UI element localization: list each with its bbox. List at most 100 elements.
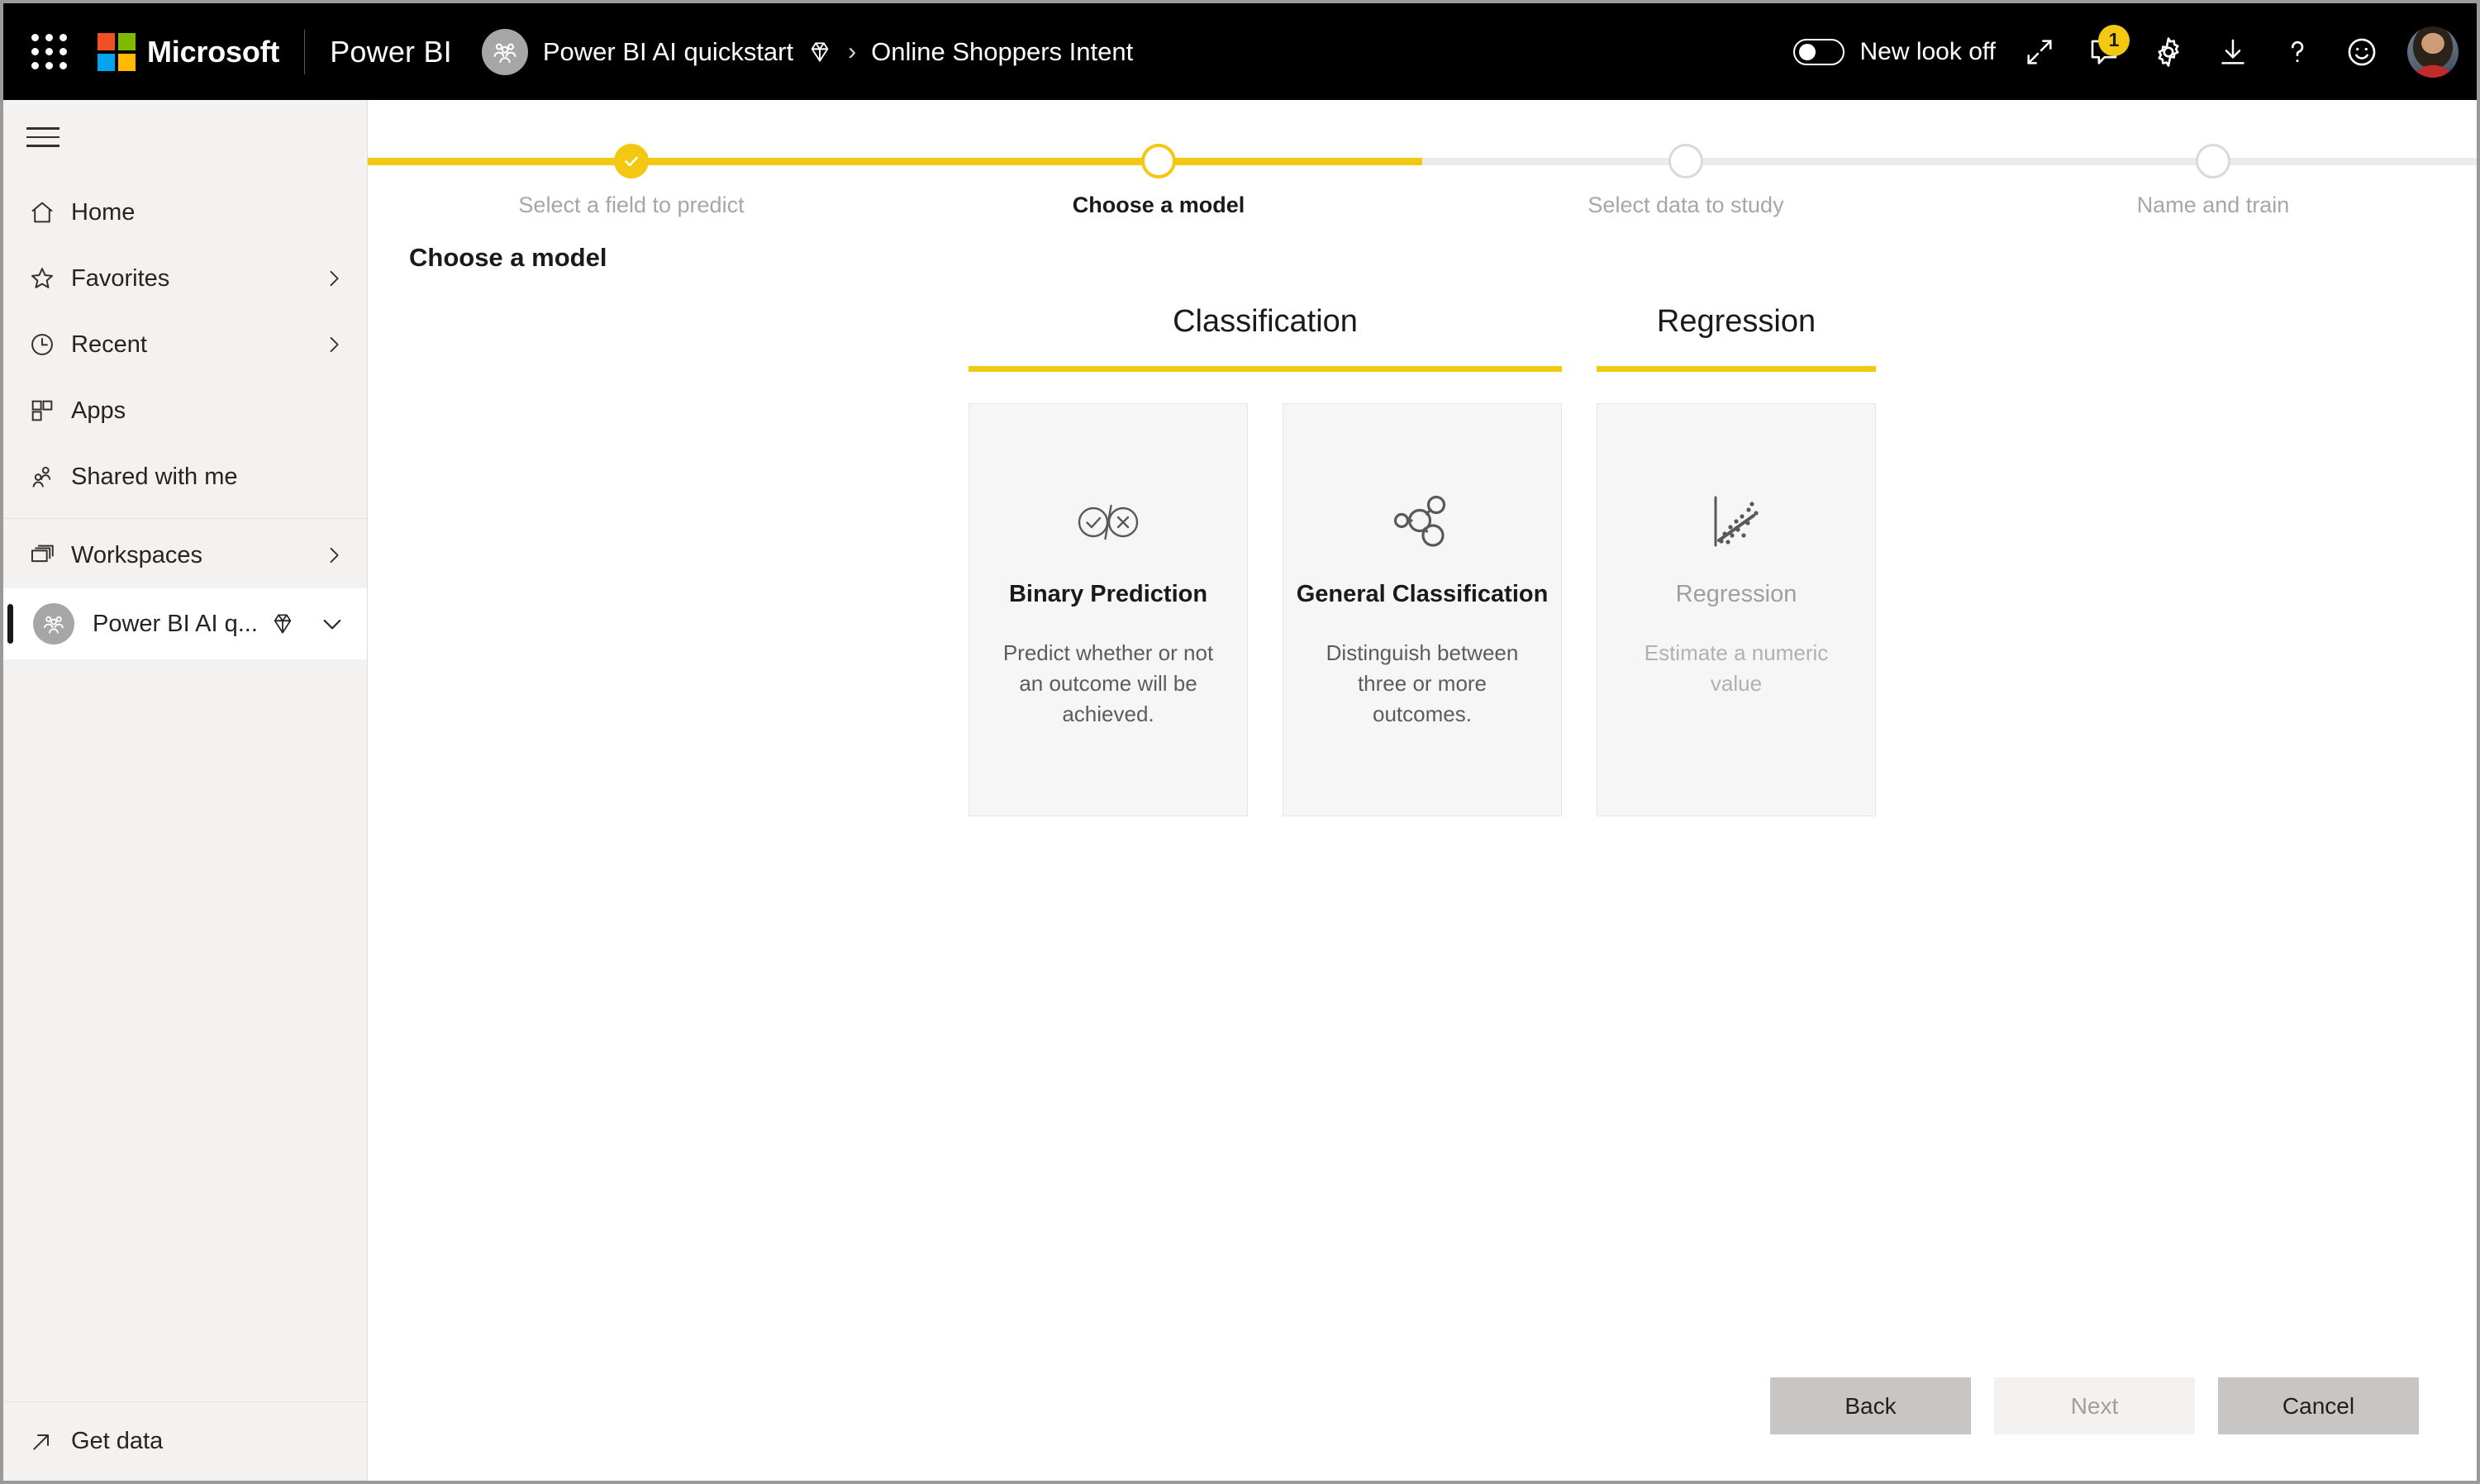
model-card-description: Predict whether or not an outcome will b… — [1002, 640, 1214, 726]
step-dot-todo — [2196, 144, 2230, 178]
microsoft-wordmark: Microsoft — [147, 34, 280, 69]
model-card-general-classification[interactable]: General Classification Distinguish betwe… — [1283, 403, 1562, 816]
model-groups: Classification Binary Prediction Predict… — [969, 304, 1876, 816]
breadcrumb-separator: › — [848, 37, 857, 65]
workspace-group-icon — [481, 28, 528, 75]
notification-badge: 1 — [2098, 24, 2130, 56]
settings-gear-icon[interactable] — [2136, 20, 2201, 84]
sidebar-item-label: Favorites — [71, 264, 170, 292]
step-label: Select a field to predict — [518, 193, 745, 217]
back-button[interactable]: Back — [1770, 1377, 1971, 1434]
home-icon — [28, 198, 71, 226]
expand-icon[interactable] — [2007, 20, 2072, 84]
step-dot-done — [614, 144, 649, 178]
step-label: Name and train — [2136, 193, 2290, 217]
sidebar-item-active-workspace[interactable]: Power BI AI q... — [3, 588, 367, 659]
step-label: Choose a model — [1072, 193, 1245, 217]
powerbi-window: Microsoft Power BI Power BI AI quickstar… — [0, 0, 2480, 1484]
header-divider — [304, 29, 306, 74]
left-navigation-pane: Home Favorites Recent Apps Shared with m… — [3, 100, 368, 1481]
active-indicator — [7, 604, 13, 644]
active-workspace-label: Power BI AI q... — [93, 610, 258, 637]
header-actions: New look off 1 — [1793, 20, 2459, 84]
sidebar-item-workspaces[interactable]: Workspaces — [3, 522, 367, 588]
model-card-binary-prediction[interactable]: Binary Prediction Predict whether or not… — [969, 403, 1248, 816]
user-avatar[interactable] — [2407, 26, 2459, 78]
group-cards: Regression Estimate a numeric value — [1597, 403, 1876, 816]
cancel-button[interactable]: Cancel — [2218, 1377, 2419, 1434]
group-title: Classification — [1173, 304, 1358, 339]
check-cross-circles-icon — [1075, 492, 1141, 553]
sidebar-item-apps[interactable]: Apps — [3, 378, 367, 444]
chevron-right-icon — [322, 333, 345, 356]
group-icon — [33, 603, 74, 644]
next-button: Next — [1994, 1377, 2195, 1434]
step-select-data[interactable]: Select data to study — [1422, 100, 1949, 217]
feedback-smiley-icon[interactable] — [2330, 20, 2394, 84]
hamburger-lines — [26, 127, 60, 147]
stepper-steps: Select a field to predict Choose a model… — [368, 100, 2477, 217]
sidebar-item-shared-with-me[interactable]: Shared with me — [3, 444, 367, 510]
model-group-classification: Classification Binary Prediction Predict… — [969, 304, 1562, 816]
nav-primary-section: Home Favorites Recent Apps Shared with m… — [3, 174, 367, 510]
step-label: Select data to study — [1587, 193, 1784, 217]
sidebar-item-favorites[interactable]: Favorites — [3, 245, 367, 312]
app-launcher-icon[interactable] — [25, 28, 73, 76]
sidebar-item-label: Shared with me — [71, 463, 238, 490]
hamburger-menu-icon[interactable] — [3, 100, 367, 174]
step-choose-model[interactable]: Choose a model — [895, 100, 1422, 217]
diamond-icon — [269, 611, 296, 637]
people-icon — [28, 463, 71, 491]
wizard-footer: Back Next Cancel — [368, 1377, 2477, 1481]
chevron-right-icon — [322, 267, 345, 290]
step-select-field[interactable]: Select a field to predict — [368, 100, 895, 217]
chevron-right-icon — [322, 544, 345, 567]
toggle-knob — [1799, 43, 1816, 60]
group-cards: Binary Prediction Predict whether or not… — [969, 403, 1562, 816]
sidebar-item-label: Apps — [71, 397, 126, 424]
sidebar-item-label: Workspaces — [71, 541, 203, 568]
arrow-up-right-icon — [28, 1429, 71, 1455]
apps-icon — [28, 397, 71, 425]
top-navigation-bar: Microsoft Power BI Power BI AI quickstar… — [3, 3, 2477, 100]
microsoft-logo-icon — [98, 32, 136, 71]
sidebar-divider — [3, 518, 367, 519]
toggle-track — [1793, 38, 1845, 65]
get-data-label: Get data — [71, 1428, 164, 1454]
model-group-regression: Regression Regression Estimate a numeric… — [1597, 304, 1876, 816]
sidebar-item-label: Home — [71, 198, 136, 226]
step-dot-current — [1141, 144, 1176, 178]
group-title: Regression — [1656, 304, 1816, 339]
scatter-trendline-icon — [1711, 492, 1762, 553]
app-body: Home Favorites Recent Apps Shared with m… — [3, 100, 2477, 1481]
group-underline — [1597, 366, 1876, 372]
sidebar-item-label: Recent — [71, 331, 147, 358]
step-dot-todo — [1668, 144, 1703, 178]
main-content: Select a field to predict Choose a model… — [368, 100, 2477, 1481]
sidebar-item-home[interactable]: Home — [3, 179, 367, 245]
model-card-description: Estimate a numeric value — [1644, 640, 1829, 696]
sidebar-item-recent[interactable]: Recent — [3, 312, 367, 378]
model-card-regression: Regression Estimate a numeric value — [1597, 403, 1876, 816]
model-card-title: Regression — [1675, 581, 1797, 607]
breadcrumb-workspace[interactable]: Power BI AI quickstart — [543, 37, 793, 67]
sidebar-item-get-data[interactable]: Get data — [3, 1401, 367, 1481]
microsoft-logo[interactable]: Microsoft — [98, 32, 280, 71]
chevron-down-icon[interactable] — [319, 611, 345, 637]
wizard-stepper: Select a field to predict Choose a model… — [368, 100, 2477, 217]
new-look-toggle-label: New look off — [1859, 37, 1996, 65]
workspaces-icon — [28, 541, 71, 569]
model-card-title: General Classification — [1296, 581, 1549, 607]
new-look-toggle[interactable]: New look off — [1793, 38, 1996, 66]
model-card-title: Binary Prediction — [1008, 581, 1208, 607]
step-name-and-train[interactable]: Name and train — [1949, 100, 2477, 217]
star-icon — [28, 264, 71, 293]
download-icon[interactable] — [2201, 20, 2265, 84]
help-icon[interactable] — [2265, 20, 2330, 84]
notifications-icon[interactable]: 1 — [2072, 20, 2136, 84]
clustered-bubbles-icon — [1392, 492, 1453, 553]
breadcrumb-current[interactable]: Online Shoppers Intent — [871, 37, 1133, 67]
model-card-description: Distinguish between three or more outcom… — [1326, 640, 1519, 726]
product-name[interactable]: Power BI — [330, 35, 452, 69]
breadcrumb: Power BI AI quickstart › Online Shoppers… — [481, 28, 1133, 75]
